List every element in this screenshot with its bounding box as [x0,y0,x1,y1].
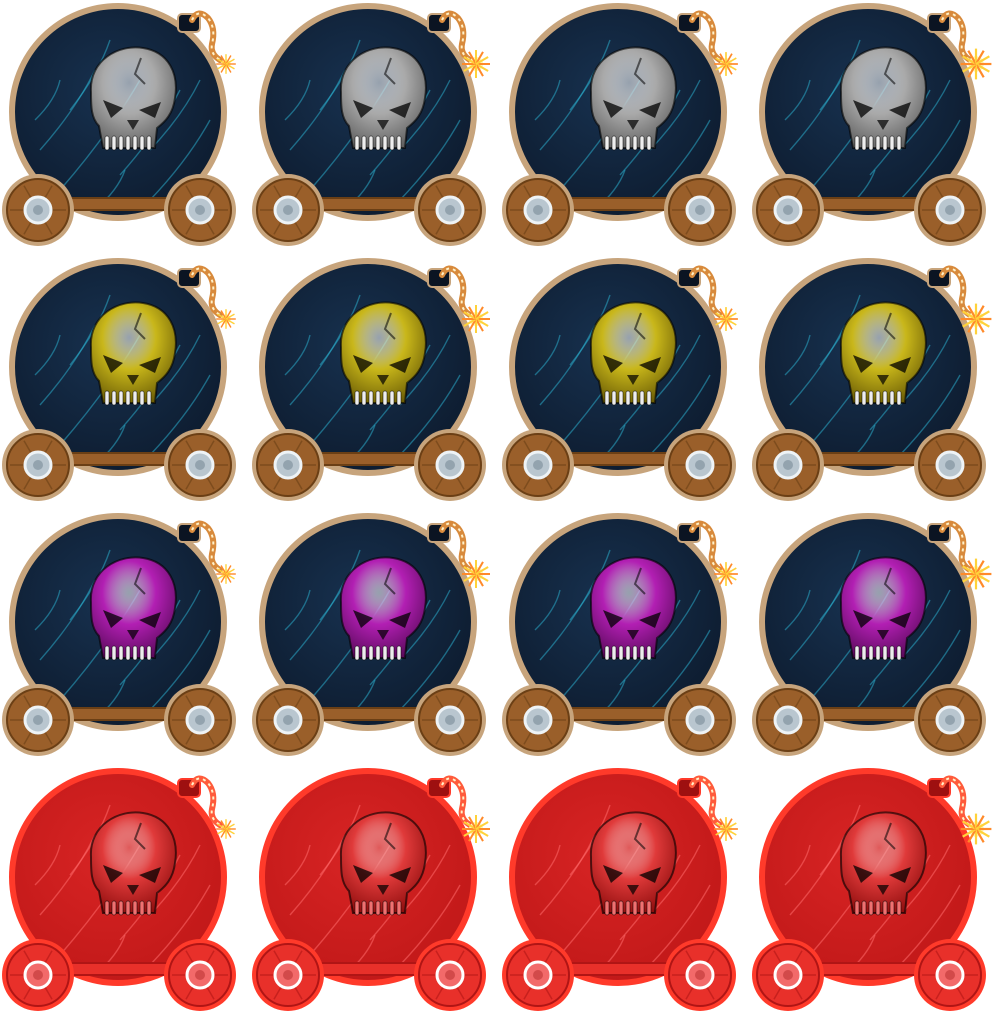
bomb-cart-sprite [2,768,236,1011]
bomb-cart-yellow-frame-3 [500,255,750,510]
bomb-cart-grey-frame-4 [750,0,999,255]
bomb-cart-magenta-frame-4 [750,510,999,765]
left-wheel-icon [502,684,574,756]
right-wheel-icon [914,684,986,756]
left-wheel-icon [502,174,574,246]
bomb-cart-magenta-frame-1 [0,510,250,765]
bomb-cart-sprite [252,258,490,501]
bomb-cart-yellow-frame-1 [0,255,250,510]
bomb-cart-sprite [752,3,992,246]
right-wheel-icon [664,174,736,246]
left-wheel-icon [2,429,74,501]
right-wheel-icon [164,174,236,246]
bomb-cart-red-flash-frame-3 [500,765,750,1020]
right-wheel-icon [914,429,986,501]
bomb-cart-red-flash-frame-4 [750,765,999,1020]
bomb-cart-sprite [252,768,490,1011]
bomb-cart-magenta-frame-3 [500,510,750,765]
left-wheel-icon [2,174,74,246]
bomb-cart-sprite [752,768,992,1011]
bomb-cart-sprite [752,513,992,756]
bomb-cart-yellow-frame-4 [750,255,999,510]
bomb-cart-grey-frame-1 [0,0,250,255]
left-wheel-icon [252,174,324,246]
right-wheel-icon [164,684,236,756]
right-wheel-icon [664,939,736,1011]
bomb-cart-sprite [502,768,738,1011]
right-wheel-icon [414,939,486,1011]
bomb-cart-red-flash-frame-2 [250,765,500,1020]
bomb-cart-sprite [502,513,738,756]
left-wheel-icon [252,429,324,501]
left-wheel-icon [752,939,824,1011]
left-wheel-icon [502,939,574,1011]
right-wheel-icon [664,684,736,756]
bomb-cart-sprite-sheet [0,0,999,1019]
bomb-cart-grey-frame-2 [250,0,500,255]
left-wheel-icon [252,684,324,756]
right-wheel-icon [414,684,486,756]
bomb-cart-sprite [2,3,236,246]
right-wheel-icon [914,939,986,1011]
left-wheel-icon [2,684,74,756]
bomb-cart-sprite [2,513,236,756]
left-wheel-icon [2,939,74,1011]
left-wheel-icon [502,429,574,501]
bomb-cart-sprite [252,3,490,246]
right-wheel-icon [164,429,236,501]
bomb-cart-yellow-frame-2 [250,255,500,510]
bomb-cart-sprite [502,258,738,501]
bomb-cart-sprite [502,3,738,246]
bomb-cart-magenta-frame-2 [250,510,500,765]
bomb-cart-sprite [2,258,236,501]
right-wheel-icon [664,429,736,501]
left-wheel-icon [752,174,824,246]
left-wheel-icon [752,429,824,501]
right-wheel-icon [164,939,236,1011]
right-wheel-icon [914,174,986,246]
left-wheel-icon [252,939,324,1011]
left-wheel-icon [752,684,824,756]
bomb-cart-grey-frame-3 [500,0,750,255]
bomb-cart-sprite [252,513,490,756]
bomb-cart-sprite [752,258,992,501]
bomb-cart-red-flash-frame-1 [0,765,250,1020]
right-wheel-icon [414,174,486,246]
right-wheel-icon [414,429,486,501]
